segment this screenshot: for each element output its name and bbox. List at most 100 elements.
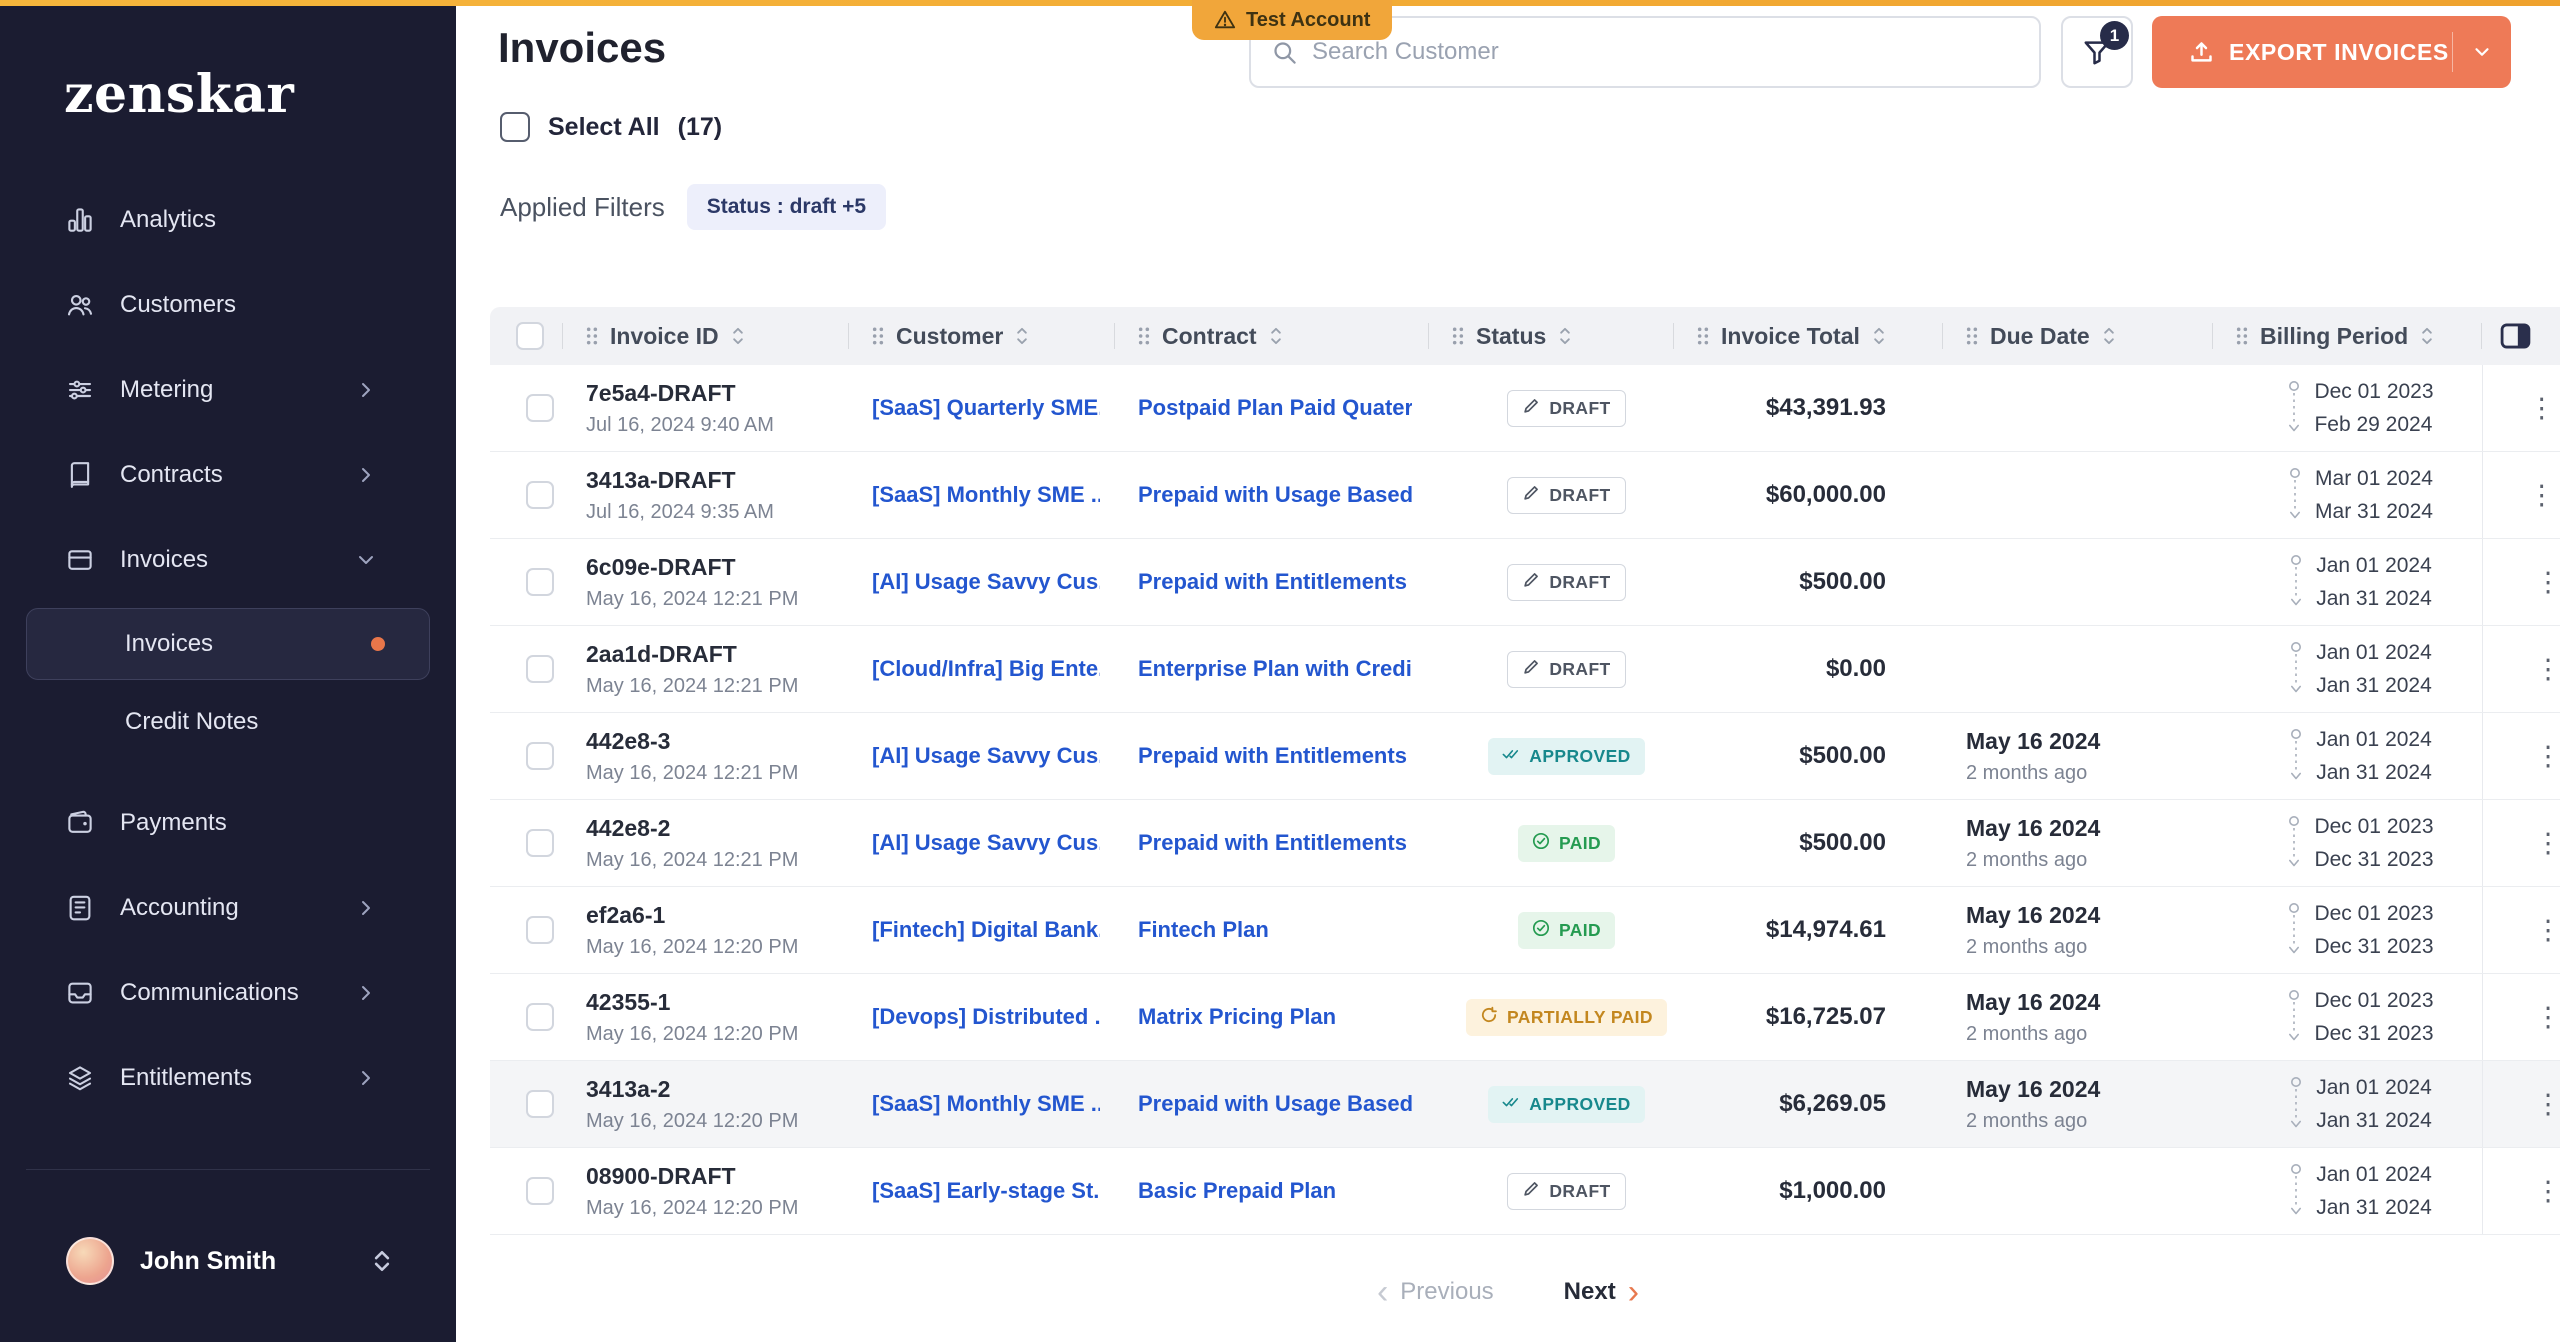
table-row[interactable]: 7e5a4-DRAFT Jul 16, 2024 9:40 AM [SaaS] …	[490, 365, 2560, 452]
main-content: Test Account Invoices 1 EXPORT INVOICES	[456, 0, 2560, 1342]
customer-link[interactable]: [Cloud/Infra] Big Ente...	[872, 656, 1100, 682]
sidebar-item-customers[interactable]: Customers	[0, 262, 456, 347]
row-actions-kebab-icon[interactable]: ⋮	[2535, 656, 2560, 683]
column-header-invoice-total[interactable]: Invoice Total	[1674, 307, 1943, 365]
table-row[interactable]: 3413a-DRAFT Jul 16, 2024 9:35 AM [SaaS] …	[490, 452, 2560, 539]
contract-link[interactable]: Postpaid Plan Paid Quaterly	[1138, 395, 1412, 421]
column-header-label: Customer	[896, 323, 1003, 350]
billing-period-start: Jan 01 2024	[2316, 1163, 2432, 1187]
row-checkbox[interactable]	[526, 481, 554, 509]
next-page-button[interactable]: Next ›	[1564, 1278, 1639, 1306]
table-row[interactable]: 3413a-2 May 16, 2024 12:20 PM [SaaS] Mon…	[490, 1061, 2560, 1148]
row-checkbox[interactable]	[526, 568, 554, 596]
contract-link[interactable]: Prepaid with Usage Based ...	[1138, 1091, 1412, 1117]
column-header-label: Invoice ID	[610, 323, 719, 350]
status-label: DRAFT	[1549, 1181, 1610, 1202]
status-filter-chip[interactable]: Status : draft +5	[687, 184, 886, 230]
contract-link[interactable]: Prepaid with Entitlements	[1138, 830, 1412, 856]
search-input[interactable]	[1312, 38, 2019, 66]
sidebar-item-accounting[interactable]: Accounting	[0, 865, 456, 950]
sidebar-item-metering[interactable]: Metering	[0, 347, 456, 432]
row-checkbox[interactable]	[526, 394, 554, 422]
sidebar-item-label: Accounting	[120, 894, 239, 922]
sort-icon[interactable]	[730, 325, 746, 347]
customer-link[interactable]: [Devops] Distributed ...	[872, 1004, 1100, 1030]
customer-link[interactable]: [SaaS] Monthly SME ...	[872, 482, 1100, 508]
sidebar-item-payments[interactable]: Payments	[0, 780, 456, 865]
row-actions-kebab-icon[interactable]: ⋮	[2528, 395, 2555, 422]
customer-link[interactable]: [SaaS] Early-stage St...	[872, 1178, 1100, 1204]
sidebar-subitem-credit-notes[interactable]: Credit Notes	[26, 686, 430, 758]
status-badge: DRAFT	[1507, 390, 1625, 427]
header-checkbox[interactable]	[516, 322, 544, 350]
row-actions-kebab-icon[interactable]: ⋮	[2535, 1004, 2560, 1031]
row-checkbox[interactable]	[526, 655, 554, 683]
row-checkbox[interactable]	[526, 916, 554, 944]
row-actions-kebab-icon[interactable]: ⋮	[2528, 482, 2555, 509]
table-row[interactable]: 2aa1d-DRAFT May 16, 2024 12:21 PM [Cloud…	[490, 626, 2560, 713]
row-actions-kebab-icon[interactable]: ⋮	[2535, 917, 2560, 944]
drag-handle-icon	[2235, 326, 2249, 346]
table-row[interactable]: 08900-DRAFT May 16, 2024 12:20 PM [SaaS]…	[490, 1148, 2560, 1235]
column-header-due-date[interactable]: Due Date	[1943, 307, 2213, 365]
contract-link[interactable]: Prepaid with Entitlements	[1138, 569, 1412, 595]
select-all-checkbox[interactable]	[500, 112, 530, 142]
previous-page-button[interactable]: ‹ Previous	[1377, 1278, 1494, 1306]
user-menu[interactable]: John Smith	[26, 1224, 430, 1298]
sort-icon[interactable]	[1014, 325, 1030, 347]
row-checkbox[interactable]	[526, 829, 554, 857]
column-header-status[interactable]: Status	[1429, 307, 1674, 365]
customer-link[interactable]: [Fintech] Digital Bank...	[872, 917, 1100, 943]
table-row[interactable]: 6c09e-DRAFT May 16, 2024 12:21 PM [AI] U…	[490, 539, 2560, 626]
sort-icon[interactable]	[1268, 325, 1284, 347]
sort-icon[interactable]	[2101, 325, 2117, 347]
sidebar-item-invoices[interactable]: Invoices	[0, 517, 456, 602]
sidebar-item-analytics[interactable]: Analytics	[0, 177, 456, 262]
table-row[interactable]: 442e8-2 May 16, 2024 12:21 PM [AI] Usage…	[490, 800, 2560, 887]
sidebar-item-communications[interactable]: Communications	[0, 950, 456, 1035]
contract-link[interactable]: Enterprise Plan with Credits	[1138, 656, 1412, 682]
sidebar-subitem-invoices[interactable]: Invoices	[26, 608, 430, 680]
contract-link[interactable]: Prepaid with Entitlements	[1138, 743, 1412, 769]
sidebar-item-entitlements[interactable]: Entitlements	[0, 1035, 456, 1120]
column-header-customer[interactable]: Customer	[849, 307, 1115, 365]
filter-button[interactable]: 1	[2061, 16, 2133, 88]
contract-link[interactable]: Matrix Pricing Plan	[1138, 1004, 1412, 1030]
column-header-billing-period[interactable]: Billing Period	[2213, 307, 2482, 365]
row-actions-kebab-icon[interactable]: ⋮	[2535, 830, 2560, 857]
customer-link[interactable]: [AI] Usage Savvy Cus...	[872, 569, 1100, 595]
status-badge: APPROVED	[1488, 1086, 1644, 1123]
row-checkbox[interactable]	[526, 742, 554, 770]
column-header-invoice-id[interactable]: Invoice ID	[563, 307, 849, 365]
customer-link[interactable]: [SaaS] Quarterly SME...	[872, 395, 1100, 421]
row-actions-kebab-icon[interactable]: ⋮	[2535, 1178, 2560, 1205]
row-checkbox[interactable]	[526, 1090, 554, 1118]
row-actions-kebab-icon[interactable]: ⋮	[2535, 1091, 2560, 1118]
sort-icon[interactable]	[1871, 325, 1887, 347]
column-header-contract[interactable]: Contract	[1115, 307, 1429, 365]
row-checkbox[interactable]	[526, 1003, 554, 1031]
manage-columns-icon[interactable]	[2500, 322, 2531, 350]
previous-label: Previous	[1400, 1278, 1493, 1306]
contract-link[interactable]: Prepaid with Usage Based ...	[1138, 482, 1412, 508]
customer-link[interactable]: [AI] Usage Savvy Cus...	[872, 743, 1100, 769]
column-header-label: Invoice Total	[1721, 323, 1860, 350]
sidebar-item-contracts[interactable]: Contracts	[0, 432, 456, 517]
export-invoices-button[interactable]: EXPORT INVOICES	[2152, 16, 2511, 88]
row-checkbox[interactable]	[526, 1177, 554, 1205]
row-actions-kebab-icon[interactable]: ⋮	[2535, 743, 2560, 770]
zenskar-logo: zenskar	[64, 64, 456, 125]
sort-icon[interactable]	[1557, 325, 1573, 347]
contract-link[interactable]: Fintech Plan	[1138, 917, 1412, 943]
table-row[interactable]: 442e8-3 May 16, 2024 12:21 PM [AI] Usage…	[490, 713, 2560, 800]
sidebar-item-label: Customers	[120, 291, 236, 319]
sort-icon[interactable]	[2419, 325, 2435, 347]
table-row[interactable]: ef2a6-1 May 16, 2024 12:20 PM [Fintech] …	[490, 887, 2560, 974]
invoice-id: 42355-1	[586, 989, 849, 1016]
row-actions-kebab-icon[interactable]: ⋮	[2535, 569, 2560, 596]
contract-link[interactable]: Basic Prepaid Plan	[1138, 1178, 1412, 1204]
customer-link[interactable]: [SaaS] Monthly SME ...	[872, 1091, 1100, 1117]
customer-link[interactable]: [AI] Usage Savvy Cus...	[872, 830, 1100, 856]
table-row[interactable]: 42355-1 May 16, 2024 12:20 PM [Devops] D…	[490, 974, 2560, 1061]
export-dropdown-chevron-icon[interactable]	[2453, 41, 2511, 63]
